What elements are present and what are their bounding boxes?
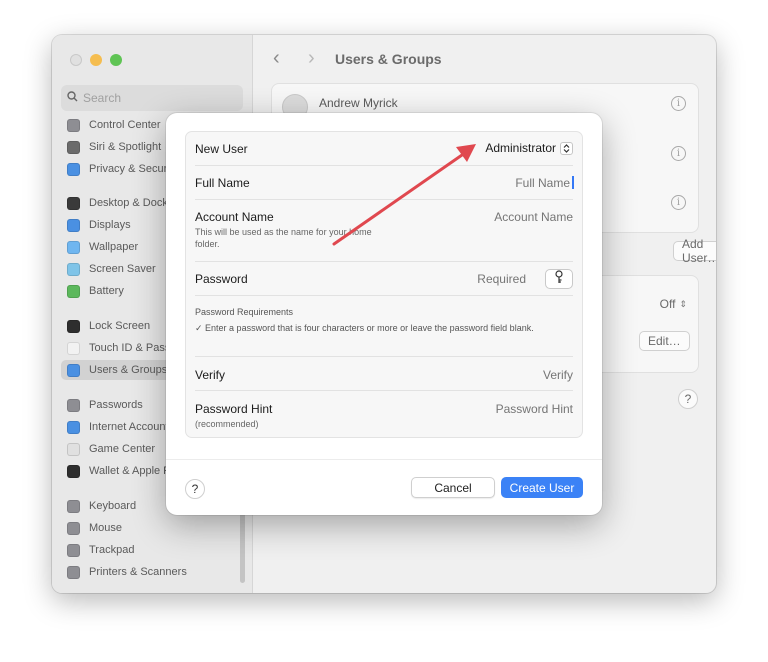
verify-row: Verify: [195, 357, 573, 391]
trackpad-icon: [67, 543, 80, 557]
search-placeholder: Search: [83, 91, 122, 105]
cancel-button[interactable]: Cancel: [411, 477, 495, 498]
sidebar-scrollbar[interactable]: [240, 505, 245, 583]
wallpaper-icon: [67, 240, 80, 254]
game-center-icon: [67, 442, 80, 456]
full-name-label: Full Name: [195, 176, 250, 190]
password-assistant-button[interactable]: [545, 269, 573, 289]
forward-button[interactable]: ›: [308, 47, 315, 70]
dock-icon: [67, 196, 80, 210]
hand-icon: [67, 162, 80, 176]
info-icon[interactable]: i: [671, 195, 686, 210]
password-field[interactable]: [416, 272, 526, 286]
users-icon: [67, 363, 80, 377]
password-requirements-title: Password Requirements: [195, 307, 294, 317]
text-cursor: [572, 176, 574, 189]
new-user-sheet: New User Administrator Full Name Account…: [166, 113, 602, 515]
search-icon: [61, 91, 83, 105]
help-button[interactable]: ?: [678, 389, 698, 409]
account-name-label: Account Name: [195, 210, 274, 224]
account-type-value: Administrator: [485, 141, 556, 155]
new-user-row: New User Administrator: [195, 132, 573, 166]
sidebar-item-printers-scanners[interactable]: Printers & Scanners: [61, 562, 245, 582]
key-icon: [554, 269, 564, 289]
chevron-up-down-icon: ⇕: [679, 298, 687, 309]
verify-label: Verify: [195, 368, 226, 382]
search-field[interactable]: Search: [61, 85, 243, 111]
at-icon: [67, 420, 80, 434]
screen-saver-icon: [67, 262, 80, 276]
account-name-row: Account Name This will be used as the na…: [195, 200, 573, 262]
sidebar-item-mouse[interactable]: Mouse: [61, 518, 245, 538]
password-hint-field[interactable]: [423, 402, 573, 416]
new-user-label: New User: [195, 142, 248, 156]
help-button[interactable]: ?: [185, 479, 205, 499]
zoom-window-button[interactable]: [110, 54, 122, 66]
divider: [166, 459, 602, 460]
keyboard-icon: [67, 499, 80, 513]
password-hint-sub: (recommended): [195, 419, 259, 429]
account-name-description: This will be used as the name for your h…: [195, 227, 372, 249]
password-label: Password: [195, 272, 248, 286]
auto-login-value: Off: [659, 297, 676, 311]
display-icon: [67, 218, 80, 232]
password-hint-label: Password Hint: [195, 402, 273, 416]
info-icon[interactable]: i: [671, 96, 686, 111]
info-icon[interactable]: i: [671, 146, 686, 161]
password-requirements-row: Password Requirements ✓ Enter a password…: [195, 296, 573, 357]
edit-button[interactable]: Edit…: [639, 331, 690, 351]
minimize-window-button[interactable]: [90, 54, 102, 66]
wallet-icon: [67, 464, 80, 478]
close-window-button[interactable]: [70, 54, 82, 66]
back-button[interactable]: ‹: [273, 47, 280, 70]
sidebar-item-label: Mouse: [89, 522, 123, 534]
sidebar-item-label: Printers & Scanners: [89, 566, 187, 578]
account-name-field[interactable]: [423, 210, 573, 224]
mouse-icon: [67, 521, 80, 535]
key-icon: [67, 398, 80, 412]
fingerprint-icon: [67, 341, 80, 355]
create-user-button[interactable]: Create User: [501, 477, 583, 498]
full-name-row: Full Name: [195, 166, 574, 200]
password-row: Password: [195, 262, 573, 296]
new-user-form: New User Administrator Full Name Account…: [185, 131, 583, 438]
printer-icon: [67, 565, 80, 579]
auto-login-popup[interactable]: Off ⇕: [660, 297, 687, 311]
chevron-up-down-icon: [560, 141, 573, 155]
window-controls: [70, 54, 122, 66]
account-type-popup[interactable]: Administrator: [485, 141, 573, 155]
password-requirements-text: ✓ Enter a password that is four characte…: [195, 323, 534, 333]
verify-field[interactable]: [423, 368, 573, 382]
page-title: Users & Groups: [335, 51, 442, 67]
user-name: Andrew Myrick: [319, 96, 398, 110]
sidebar-item-label: Trackpad: [89, 544, 135, 556]
siri-icon: [67, 140, 80, 154]
lock-icon: [67, 319, 80, 333]
battery-icon: [67, 284, 80, 298]
password-hint-row: Password Hint (recommended): [195, 391, 573, 437]
sidebar-item-trackpad[interactable]: Trackpad: [61, 540, 245, 560]
control-center-icon: [67, 118, 80, 132]
add-user-button[interactable]: Add User…: [673, 237, 716, 265]
full-name-field[interactable]: [420, 176, 570, 190]
